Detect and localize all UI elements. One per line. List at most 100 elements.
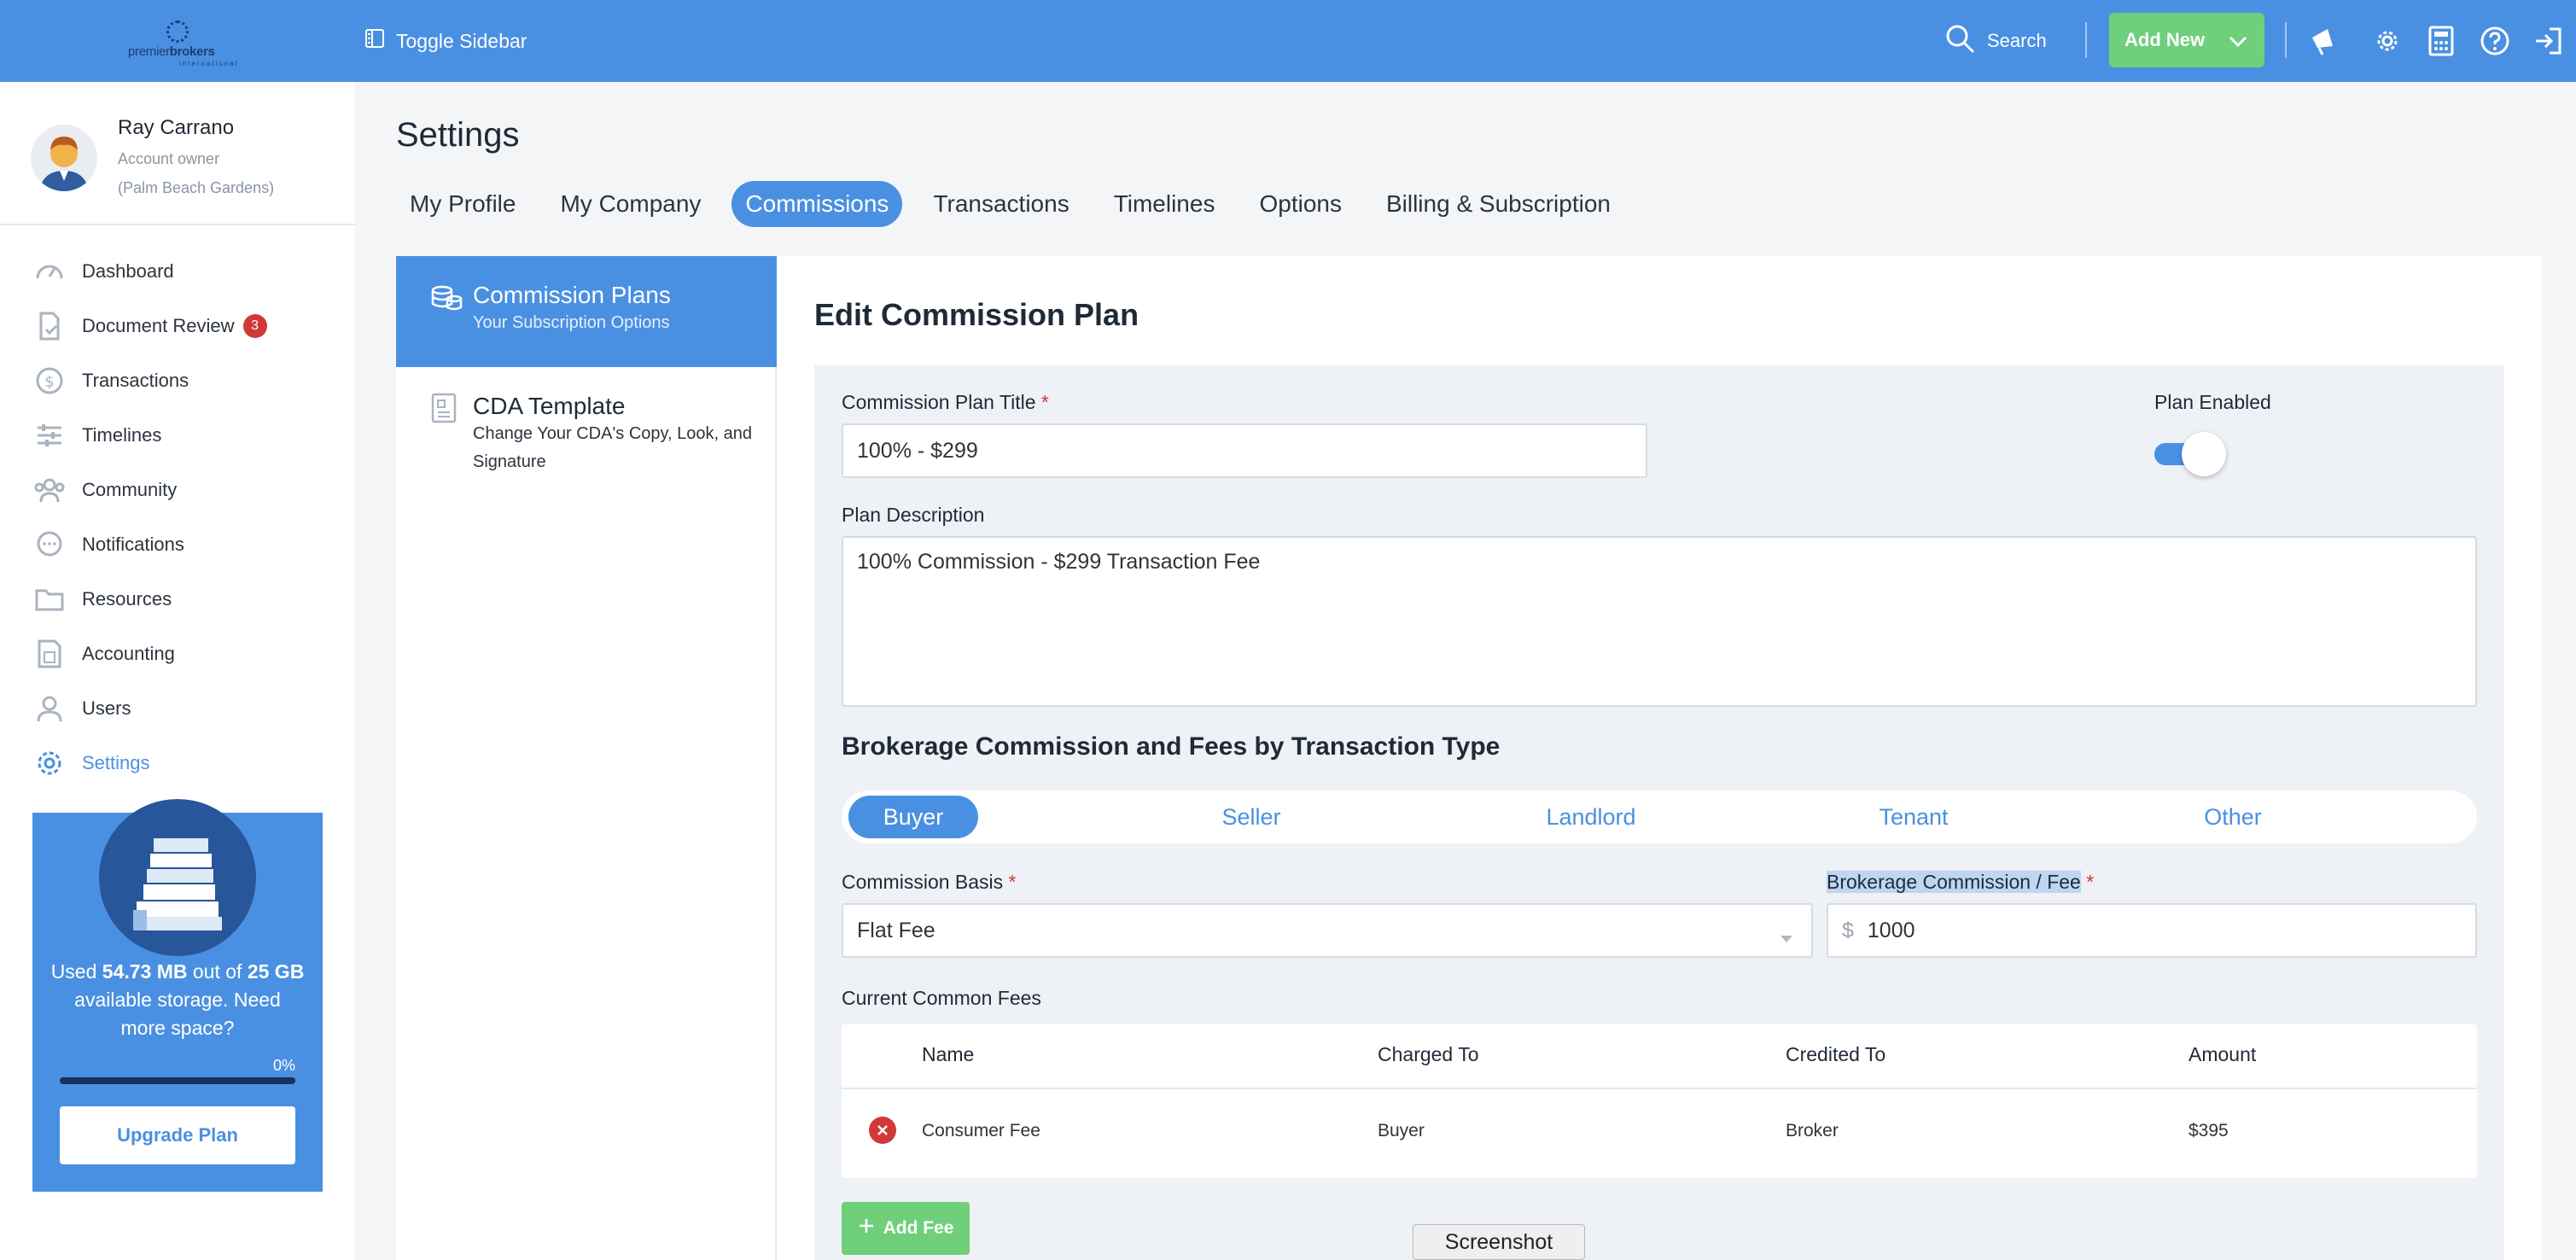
required-asterisk: * (1008, 871, 1017, 893)
accounting-icon (32, 637, 67, 671)
column-header-credited-to: Credited To (1786, 1043, 1886, 1065)
common-fees-table: Name Charged To Credited To Amount Consu… (842, 1024, 2477, 1178)
tab-buyer[interactable]: Buyer (848, 796, 978, 838)
tab-commissions[interactable]: Commissions (731, 181, 903, 227)
upgrade-plan-button[interactable]: Upgrade Plan (60, 1106, 295, 1164)
settings-tabs: My Profile My Company Commissions Transa… (396, 181, 1641, 227)
sidebar: Ray Carrano Account owner (Palm Beach Ga… (0, 82, 355, 1260)
sidebar-item-accounting[interactable]: Accounting (0, 627, 355, 681)
storage-usage-text: Used 54.73 MB out of 25 GB available sto… (50, 960, 305, 1039)
column-header-name: Name (922, 1043, 975, 1065)
company-logo[interactable]: premierbrokers international (119, 17, 239, 68)
user-profile: Ray Carrano Account owner (Palm Beach Ga… (0, 82, 355, 225)
sidebar-item-label: Community (82, 479, 178, 500)
folder-icon (32, 582, 67, 616)
dashboard-gauge-icon (32, 254, 67, 289)
caret-down-icon (1779, 925, 1794, 950)
settings-gear-icon[interactable] (2370, 24, 2404, 58)
sidebar-toggle-icon (365, 29, 384, 53)
timeline-sliders-icon (32, 418, 67, 452)
document-template-icon (430, 393, 458, 428)
plus-icon (858, 1217, 875, 1240)
sidebar-item-settings[interactable]: Settings (0, 736, 355, 790)
sidebar-item-resources[interactable]: Resources (0, 572, 355, 627)
divider (2085, 22, 2087, 58)
user-location: (Palm Beach Gardens) (118, 179, 275, 196)
tab-tenant[interactable]: Tenant (1828, 796, 1999, 838)
sidebar-item-notifications[interactable]: Notifications (0, 517, 355, 572)
search-button[interactable]: Search (1944, 22, 2047, 60)
editor-title: Edit Commission Plan (814, 297, 1139, 332)
subnav-item-desc: Your Subscription Options (473, 313, 670, 332)
section-title: Brokerage Commission and Fees by Transac… (842, 732, 1501, 761)
tab-my-profile[interactable]: My Profile (396, 181, 529, 227)
coins-stack-icon (430, 283, 463, 317)
top-bar: premierbrokers international Toggle Side… (0, 0, 2576, 82)
logo-subtitle: international (179, 60, 239, 67)
divider (2285, 22, 2287, 58)
announcement-icon[interactable] (2307, 24, 2341, 58)
books-illustration (99, 799, 256, 956)
subnav-item-commission-plans[interactable]: Commission Plans Your Subscription Optio… (396, 256, 777, 367)
toggle-knob (2182, 432, 2226, 476)
settings-panel: Commission Plans Your Subscription Optio… (396, 256, 2542, 1260)
avatar[interactable] (31, 125, 97, 191)
sidebar-item-label: Users (82, 697, 131, 719)
tab-transactions[interactable]: Transactions (919, 181, 1082, 227)
tab-options[interactable]: Options (1245, 181, 1355, 227)
tab-my-company[interactable]: My Company (546, 181, 714, 227)
tab-seller[interactable]: Seller (1166, 796, 1337, 838)
sidebar-item-users[interactable]: Users (0, 681, 355, 736)
tab-timelines[interactable]: Timelines (1100, 181, 1229, 227)
editor-form: Commission Plan Title * 100% - $299 Plan… (814, 365, 2504, 1260)
brokerage-fee-input[interactable]: $ 1000 (1827, 903, 2477, 958)
plan-title-input[interactable]: 100% - $299 (842, 423, 1647, 478)
subnav-item-cda-template[interactable]: CDA Template Change Your CDA's Copy, Loo… (396, 367, 777, 487)
toggle-sidebar-button[interactable]: Toggle Sidebar (365, 26, 527, 56)
storage-total: 25 GB (247, 960, 305, 983)
plan-description-textarea[interactable]: 100% Commission - $299 Transaction Fee (842, 536, 2477, 707)
sidebar-item-dashboard[interactable]: Dashboard (0, 244, 355, 299)
tab-landlord[interactable]: Landlord (1506, 796, 1676, 838)
table-header: Name Charged To Credited To Amount (842, 1024, 2477, 1089)
fee-charged-to: Buyer (1378, 1121, 1425, 1140)
commission-basis-value: Flat Fee (857, 918, 935, 942)
sidebar-item-timelines[interactable]: Timelines (0, 408, 355, 463)
user-icon (32, 691, 67, 726)
add-fee-label: Add Fee (883, 1218, 954, 1238)
search-label: Search (1987, 30, 2047, 51)
tab-other[interactable]: Other (2148, 796, 2318, 838)
add-new-button[interactable]: Add New (2109, 13, 2264, 67)
plan-description-label: Plan Description (842, 504, 985, 526)
gear-icon (32, 746, 67, 780)
tab-billing-subscription[interactable]: Billing & Subscription (1373, 181, 1624, 227)
sidebar-item-label: Notifications (82, 534, 184, 555)
sidebar-nav: Dashboard Document Review 3 $ Transactio… (0, 244, 355, 790)
logo-wordmark: premierbrokers (128, 44, 215, 59)
fee-name: Consumer Fee (922, 1121, 1040, 1140)
storage-percent: 0% (272, 1057, 295, 1074)
svg-text:$: $ (44, 373, 54, 391)
sidebar-item-label: Dashboard (82, 260, 174, 282)
screenshot-tooltip: Screenshot (1413, 1224, 1585, 1260)
sidebar-item-label: Timelines (82, 424, 162, 446)
commission-basis-select[interactable]: Flat Fee (842, 903, 1813, 958)
sidebar-item-label: Accounting (82, 643, 175, 664)
user-role: Account owner (118, 150, 220, 167)
help-icon[interactable] (2478, 24, 2512, 58)
chat-bubble-icon (32, 528, 67, 562)
commission-basis-label: Commission Basis * (842, 871, 1017, 893)
logout-icon[interactable] (2531, 24, 2565, 58)
sidebar-item-transactions[interactable]: $ Transactions (0, 353, 355, 408)
sidebar-item-community[interactable]: Community (0, 463, 355, 517)
document-check-icon (32, 309, 67, 343)
sidebar-item-label: Resources (82, 588, 172, 610)
transaction-type-tabs: Buyer Seller Landlord Tenant Other (842, 790, 2477, 843)
plan-enabled-label: Plan Enabled (2154, 391, 2271, 413)
plan-enabled-toggle[interactable] (2154, 432, 2226, 476)
search-icon (1944, 23, 1975, 59)
sidebar-item-document-review[interactable]: Document Review 3 (0, 299, 355, 353)
remove-fee-icon[interactable] (869, 1117, 896, 1144)
calculator-icon[interactable] (2424, 24, 2458, 58)
add-fee-button[interactable]: Add Fee (842, 1202, 970, 1255)
